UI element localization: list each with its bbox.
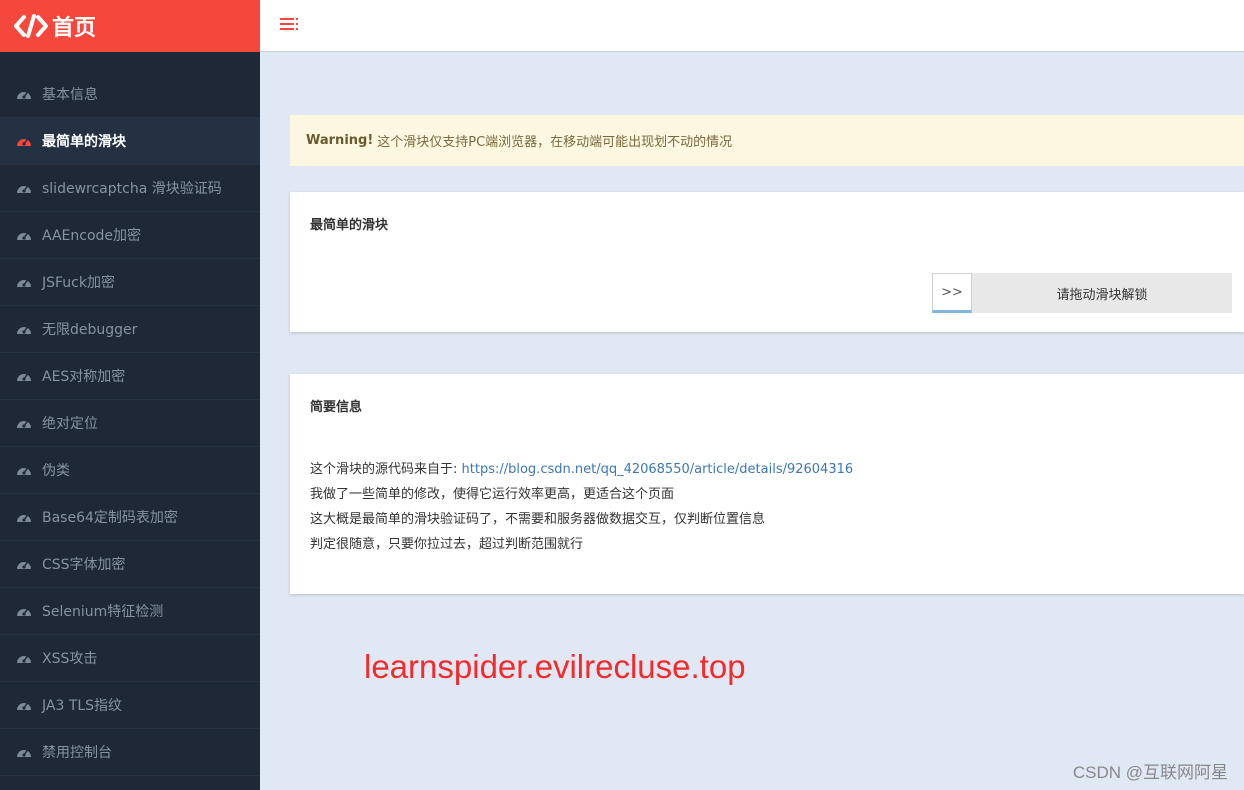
sidebar-item[interactable]: XSS攻击 <box>0 635 260 682</box>
sidebar-item[interactable]: 禁用控制台 <box>0 729 260 776</box>
dashboard-icon <box>17 608 31 616</box>
dashboard-icon <box>17 138 31 146</box>
slider-card-title: 最简单的滑块 <box>310 218 389 233</box>
sidebar-item[interactable]: AAEncode加密 <box>0 212 260 259</box>
sidebar-item[interactable]: AES对称加密 <box>0 353 260 400</box>
slider-card: 最简单的滑块 请拖动滑块解锁 >> <box>290 192 1244 332</box>
warning-strong: Warning! <box>306 133 374 148</box>
credit-text: CSDN @互联网阿星 <box>1072 763 1228 782</box>
sidebar-item-label: XSS攻击 <box>42 651 98 667</box>
sidebar-item-label: slidewrcaptcha 滑块验证码 <box>42 181 222 197</box>
sidebar-item-label: 伪类 <box>42 463 70 479</box>
sidebar-item[interactable]: Selenium特征检测 <box>0 588 260 635</box>
sidebar-item-label: AAEncode加密 <box>42 228 142 244</box>
dashboard-icon <box>17 420 31 428</box>
info-card: 简要信息 这个滑块的源代码来自于: https://blog.csdn.net/… <box>290 374 1244 594</box>
dashboard-icon <box>17 749 31 757</box>
warning-text: 这个滑块仅支持PC端浏览器，在移动端可能出现划不动的情况 <box>377 135 733 150</box>
logo-bar[interactable]: 首页 <box>0 0 260 52</box>
menu-icon[interactable] <box>280 16 300 32</box>
dashboard-icon <box>17 561 31 569</box>
dashboard-icon <box>17 373 31 381</box>
code-logo-icon <box>14 14 48 38</box>
sidebar-item-label: 无限debugger <box>42 322 138 338</box>
sidebar-item-label: Base64定制码表加密 <box>42 510 178 526</box>
slider-track[interactable]: 请拖动滑块解锁 >> <box>932 273 1232 313</box>
dashboard-icon <box>17 514 31 522</box>
dashboard-icon <box>17 655 31 663</box>
dashboard-icon <box>17 279 31 287</box>
sidebar-item[interactable]: 伪类 <box>0 447 260 494</box>
sidebar: 首页 基本信息最简单的滑块 slidewrcaptcha 滑块验证码 AAEncod… <box>0 0 260 790</box>
dashboard-icon <box>17 702 31 710</box>
sidebar-item[interactable]: slidewrcaptcha 滑块验证码 <box>0 165 260 212</box>
sidebar-item-label: 绝对定位 <box>42 416 98 432</box>
sidebar-item[interactable]: JSFuck加密 <box>0 259 260 306</box>
sidebar-nav: 基本信息最简单的滑块 slidewrcaptcha 滑块验证码 AAEncode加密… <box>0 71 260 776</box>
app-title: 首页 <box>52 16 97 41</box>
sidebar-item[interactable]: 无限debugger <box>0 306 260 353</box>
sidebar-item-label: 基本信息 <box>42 87 98 103</box>
sidebar-item-label: CSS字体加密 <box>42 557 126 573</box>
watermark-text: learnspider.evilrecluse.top <box>364 648 746 685</box>
dashboard-icon <box>17 185 31 193</box>
sidebar-item[interactable]: CSS字体加密 <box>0 541 260 588</box>
sidebar-item[interactable]: 基本信息 <box>0 71 260 118</box>
double-chevron-right-icon: >> <box>941 284 963 300</box>
sidebar-item[interactable]: 最简单的滑块 <box>0 118 260 165</box>
sidebar-item-label: 禁用控制台 <box>42 745 112 761</box>
info-card-title: 简要信息 <box>310 400 363 415</box>
source-prefix: 这个滑块的源代码来自于: <box>310 462 462 477</box>
sidebar-item-label: 最简单的滑块 <box>42 134 126 150</box>
info-line-2: 我做了一些简单的修改，使得它运行效率更高，更适合这个页面 <box>310 487 675 502</box>
info-line-1: 这个滑块的源代码来自于: https://blog.csdn.net/qq_42… <box>310 457 853 482</box>
top-bar <box>260 0 1244 52</box>
sidebar-item-label: JSFuck加密 <box>42 275 115 291</box>
slider-handle[interactable]: >> <box>932 273 972 313</box>
warning-alert: Warning! 这个滑块仅支持PC端浏览器，在移动端可能出现划不动的情况 <box>290 115 1244 166</box>
slider-text: 请拖动滑块解锁 <box>1056 287 1148 303</box>
info-line-3: 这大概是最简单的滑块验证码了，不需要和服务器做数据交互，仅判断位置信息 <box>310 512 766 527</box>
info-text: 这个滑块的源代码来自于: https://blog.csdn.net/qq_42… <box>310 457 853 557</box>
sidebar-item[interactable]: Base64定制码表加密 <box>0 494 260 541</box>
dashboard-icon <box>17 467 31 475</box>
dashboard-icon <box>17 326 31 334</box>
dashboard-icon <box>17 91 31 99</box>
source-link[interactable]: https://blog.csdn.net/qq_42068550/articl… <box>462 462 854 477</box>
sidebar-item-label: AES对称加密 <box>42 369 126 385</box>
sidebar-item-label: Selenium特征检测 <box>42 604 164 620</box>
info-line-4: 判定很随意，只要你拉过去，超过判断范围就行 <box>310 537 584 552</box>
sidebar-item-label: JA3 TLS指纹 <box>42 698 123 714</box>
sidebar-item[interactable]: JA3 TLS指纹 <box>0 682 260 729</box>
sidebar-item[interactable]: 绝对定位 <box>0 400 260 447</box>
dashboard-icon <box>17 232 31 240</box>
